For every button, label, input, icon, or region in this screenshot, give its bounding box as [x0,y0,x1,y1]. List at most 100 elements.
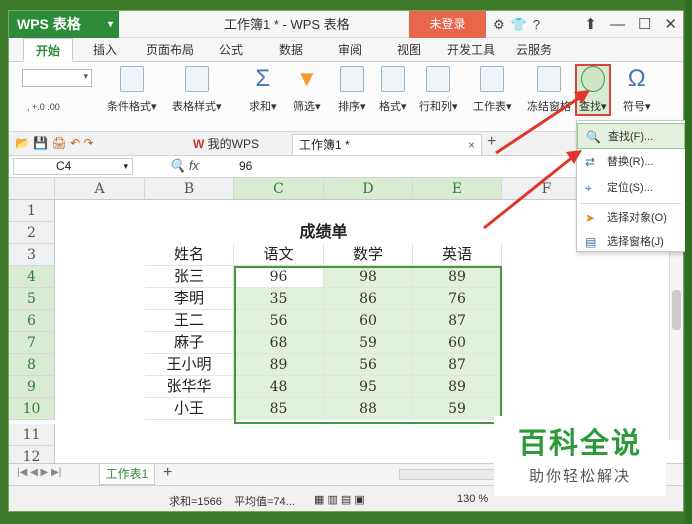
tab-page-layout[interactable]: 页面布局 [141,38,199,62]
document-tab[interactable]: 工作簿1 * × [292,134,482,155]
score-cell[interactable]: 48 [234,376,324,398]
name-cell[interactable]: 张三 [145,266,234,288]
my-wps-tab[interactable]: W 我的WPS [187,134,277,155]
freeze-panes-button[interactable]: 冻结窗格 [527,66,571,114]
zoom-level[interactable]: 130 % [457,493,488,505]
name-box[interactable]: C4 [13,158,133,175]
row-header-10[interactable]: 10 [9,398,55,420]
name-cell[interactable]: 王小明 [145,354,234,376]
score-cell[interactable]: 60 [413,332,502,354]
score-cell[interactable]: 98 [324,266,413,288]
number-format-buttons[interactable]: , +.0 .00 [27,102,60,112]
tab-review[interactable]: 审阅 [330,38,370,62]
row-header-7[interactable]: 7 [9,332,55,354]
score-cell[interactable]: 89 [413,266,502,288]
menu-item-goto[interactable]: ⌖ 定位(S)... [577,175,685,201]
score-cell[interactable]: 35 [234,288,324,310]
wps-menu-button[interactable]: WPS 表格 ▾ [9,11,119,38]
sort-button[interactable]: 排序▾ [338,66,366,114]
login-button[interactable]: 未登录 [409,11,486,38]
view-mode-icons[interactable]: ▦ ▥ ▤ ▣ [314,493,365,506]
skin-icon[interactable]: 👕 [511,17,527,32]
row-header-8[interactable]: 8 [9,354,55,376]
add-sheet-icon[interactable]: + [163,464,172,482]
row-header-1[interactable]: 1 [9,200,55,222]
row-header-11[interactable]: 11 [9,424,55,446]
find-button[interactable]: 查找▾ [575,64,611,116]
tab-data[interactable]: 数据 [271,38,311,62]
row-header-4[interactable]: 4 [9,266,55,288]
close-tab-icon[interactable]: × [468,135,475,156]
score-cell[interactable]: 87 [413,310,502,332]
formula-input[interactable]: 96 [239,159,252,173]
header-name[interactable]: 姓名 [145,244,234,266]
tab-formula[interactable]: 公式 [211,38,251,62]
col-header-e[interactable]: E [413,178,502,200]
tab-insert[interactable]: 插入 [85,38,125,62]
col-header-c[interactable]: C [234,178,324,200]
row-header-9[interactable]: 9 [9,376,55,398]
col-header-d[interactable]: D [324,178,413,200]
new-tab-icon[interactable]: + [487,133,496,151]
scrollbar-thumb[interactable] [672,290,681,330]
row-col-button[interactable]: 行和列▾ [419,66,458,114]
symbol-button[interactable]: Ω 符号▾ [623,66,651,114]
score-cell[interactable]: 86 [324,288,413,310]
table-style-button[interactable]: 表格样式▾ [172,66,222,114]
row-header-3[interactable]: 3 [9,244,55,266]
score-cell-active[interactable]: 96 [234,266,324,288]
worksheet-button[interactable]: 工作表▾ [473,66,512,114]
score-cell[interactable]: 60 [324,310,413,332]
score-cell[interactable]: 85 [234,398,324,420]
filter-button[interactable]: ▼ 筛选▾ [293,66,321,114]
score-cell[interactable]: 87 [413,354,502,376]
score-cell[interactable]: 89 [413,376,502,398]
score-cell[interactable]: 56 [234,310,324,332]
tab-view[interactable]: 视图 [389,38,429,62]
score-cell[interactable]: 68 [234,332,324,354]
header-math[interactable]: 数学 [324,244,413,266]
maximize-icon[interactable]: ☐ [638,16,651,33]
name-cell[interactable]: 王二 [145,310,234,332]
menu-item-replace[interactable]: ⇄ 替换(R)... [577,149,685,175]
score-cell[interactable]: 76 [413,288,502,310]
col-header-a[interactable]: A [55,178,145,200]
format-button[interactable]: 格式▾ [379,66,407,114]
name-cell[interactable]: 小王 [145,398,234,420]
help-button[interactable]: ? [533,17,540,32]
menu-item-select-object[interactable]: ➤ 选择对象(O) [577,205,685,231]
tab-developer[interactable]: 开发工具 [441,38,501,62]
col-header-b[interactable]: B [145,178,234,200]
settings-icon[interactable]: ⚙ [493,17,505,32]
score-cell[interactable]: 59 [413,398,502,420]
tab-home[interactable]: 开始 [23,38,73,62]
row-header-5[interactable]: 5 [9,288,55,310]
close-icon[interactable]: ✕ [664,16,677,33]
quick-access-icons[interactable]: 📂 💾 🖨 ↶ ↷ [15,136,94,150]
minimize-icon[interactable]: — [610,16,625,33]
score-cell[interactable]: 88 [324,398,413,420]
select-all-corner[interactable] [9,178,55,200]
score-cell[interactable]: 95 [324,376,413,398]
score-cell[interactable]: 56 [324,354,413,376]
menu-item-selection-pane[interactable]: ▤ 选择窗格(J) [577,229,685,255]
sum-button[interactable]: Σ 求和▾ [249,66,277,114]
menu-item-find[interactable]: 🔍 查找(F)... [577,123,685,149]
header-english[interactable]: 英语 [413,244,502,266]
sheet-nav-arrows[interactable]: |◀ ◀ ▶ ▶| [17,467,61,478]
font-size-select[interactable] [22,69,92,87]
row-header-2[interactable]: 2 [9,222,55,244]
score-cell[interactable]: 59 [324,332,413,354]
header-chinese[interactable]: 语文 [234,244,324,266]
name-cell[interactable]: 张华华 [145,376,234,398]
name-cell[interactable]: 李明 [145,288,234,310]
fx-icon[interactable]: 🔍 fx [169,158,199,174]
sheet-tab-1[interactable]: 工作表1 [99,464,155,485]
restore-icon[interactable]: ⬆ [584,16,597,33]
tab-cloud[interactable]: 云服务 [509,38,559,62]
row-header-6[interactable]: 6 [9,310,55,332]
sheet-title[interactable]: 成绩单 [234,222,413,244]
score-cell[interactable]: 89 [234,354,324,376]
name-cell[interactable]: 麻子 [145,332,234,354]
conditional-format-button[interactable]: 条件格式▾ [107,66,157,114]
